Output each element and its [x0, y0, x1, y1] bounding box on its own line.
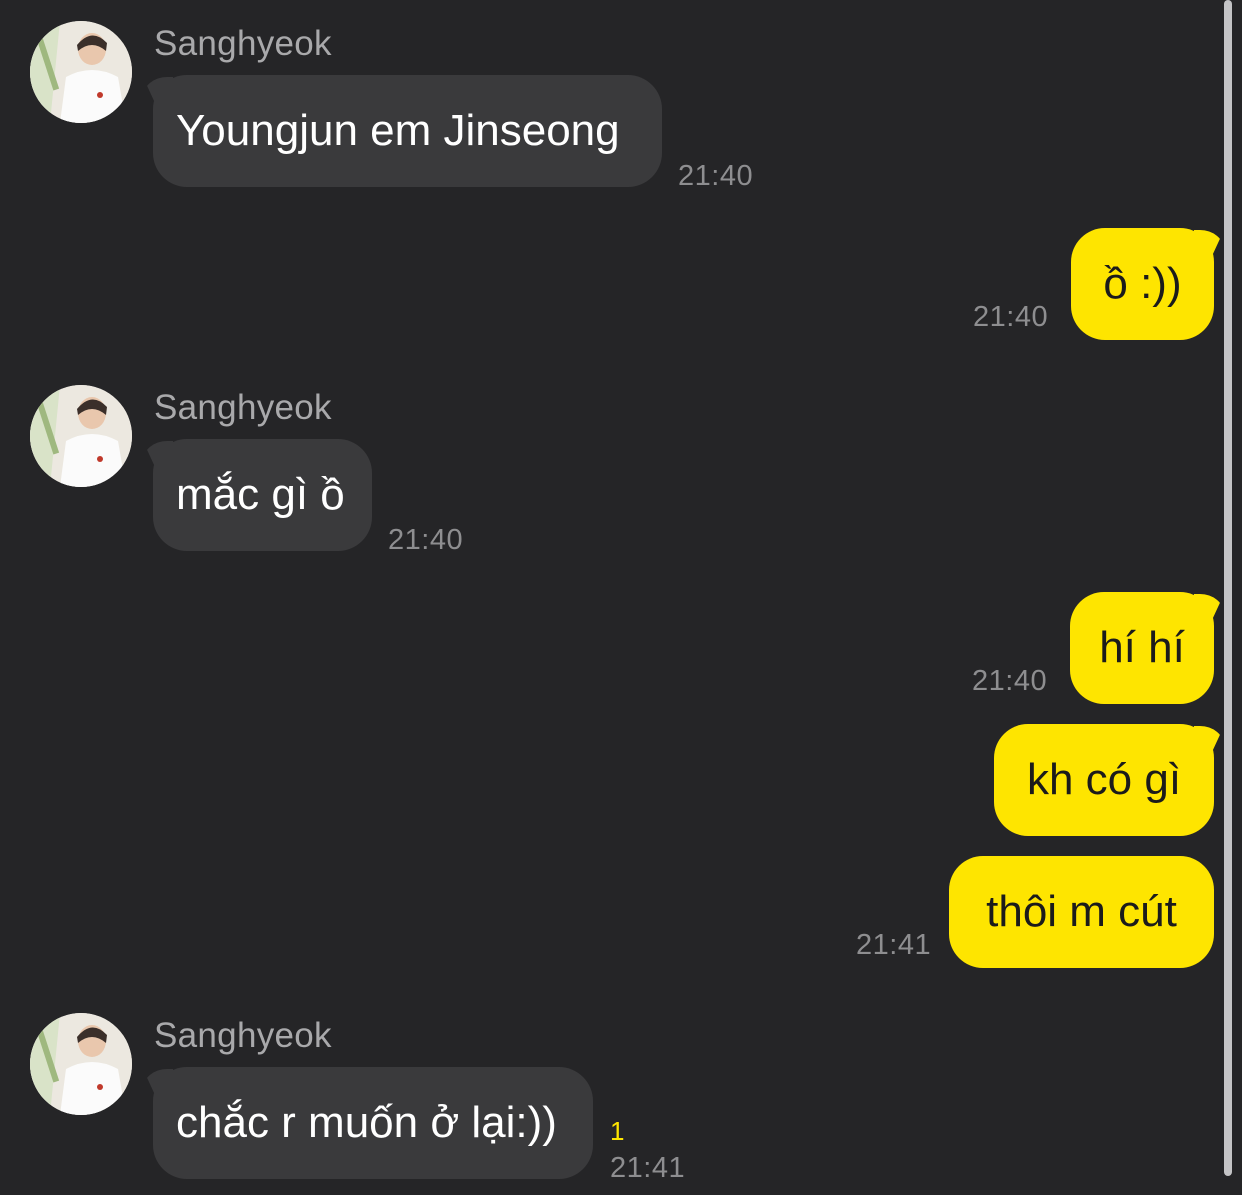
outgoing-message-bubble[interactable]: kh có gì — [994, 724, 1214, 836]
message-text: kh có gì — [1026, 755, 1182, 804]
message-text: thôi m cút — [986, 887, 1177, 936]
message-text: mắc gì ồ — [176, 470, 345, 519]
message-time: 21:40 — [972, 665, 1048, 697]
sender-name: Sanghyeok — [154, 388, 332, 427]
message-time: 21:40 — [678, 160, 754, 192]
message-text: Youngjun em Jinseong — [176, 106, 620, 155]
sender-name: Sanghyeok — [154, 1016, 332, 1055]
outgoing-message-bubble[interactable]: hí hí — [1070, 592, 1214, 704]
message-text: chắc r muốn ở lại:)) — [176, 1098, 557, 1147]
sender-avatar[interactable] — [30, 385, 132, 487]
sender-avatar[interactable] — [30, 1013, 132, 1115]
sender-name: Sanghyeok — [154, 24, 332, 63]
message-time: 21:40 — [388, 524, 464, 556]
message-time: 21:40 — [973, 301, 1049, 333]
message-text: ồ :)) — [1103, 259, 1182, 308]
sender-avatar[interactable] — [30, 21, 132, 123]
chat-message-list[interactable]: Sanghyeok Youngjun em Jinseong 21:40 21:… — [0, 0, 1242, 1195]
outgoing-message-bubble[interactable]: ồ :)) — [1071, 228, 1214, 340]
incoming-message-bubble[interactable]: mắc gì ồ — [153, 439, 372, 551]
avatar-photo-icon — [30, 385, 132, 487]
avatar-photo-icon — [30, 1013, 132, 1115]
incoming-message-bubble[interactable]: chắc r muốn ở lại:)) — [153, 1067, 593, 1179]
scrollbar[interactable] — [1224, 0, 1232, 1176]
incoming-message-bubble[interactable]: Youngjun em Jinseong — [153, 75, 662, 187]
outgoing-message-bubble[interactable]: thôi m cút — [949, 856, 1214, 968]
message-time: 21:41 — [856, 929, 932, 961]
message-time: 21:41 — [610, 1152, 686, 1184]
message-text: hí hí — [1099, 623, 1185, 672]
avatar-photo-icon — [30, 21, 132, 123]
unread-count-badge: 1 — [610, 1116, 625, 1146]
